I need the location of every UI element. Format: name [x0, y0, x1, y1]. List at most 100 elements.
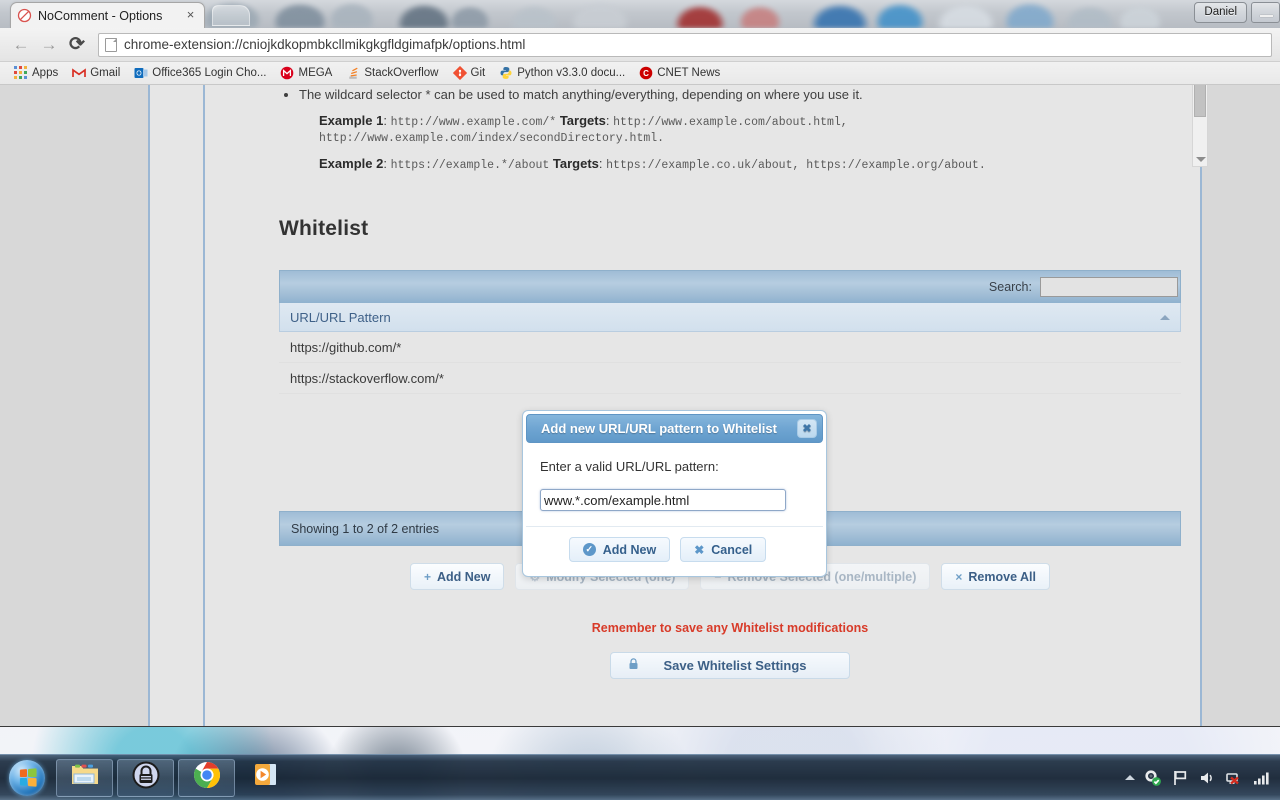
modal-cancel-button[interactable]: ✖ Cancel: [680, 537, 767, 562]
svg-text:C: C: [643, 69, 649, 78]
table-column-header[interactable]: URL/URL Pattern: [279, 303, 1181, 332]
page-document-icon: [105, 37, 117, 52]
close-x-icon: ✖: [694, 542, 705, 557]
window-controls: Daniel: [1194, 0, 1280, 28]
options-content: The wildcard selector * can be used to m…: [279, 85, 1208, 726]
whitelist-table-body: https://github.com/* https://stackoverfl…: [279, 332, 1181, 394]
scrollbar-thumb[interactable]: [1194, 85, 1206, 117]
example-2-label: Example 2: [319, 156, 384, 171]
volume-speaker-icon[interactable]: [1198, 769, 1216, 787]
bookmark-label: Apps: [32, 67, 59, 79]
bookmark-label: Python v3.3.0 docu...: [517, 67, 626, 79]
modal-title-text: Add new URL/URL pattern to Whitelist: [541, 421, 777, 436]
check-circle-icon: ✓: [582, 543, 596, 556]
bookmark-label: CNET News: [657, 67, 721, 79]
bookmark-mega[interactable]: MEGA: [274, 63, 338, 83]
bookmark-label: Git: [470, 67, 486, 79]
sort-ascending-icon[interactable]: [1160, 314, 1170, 320]
page-outer-column: The wildcard selector * can be used to m…: [148, 85, 1208, 726]
reload-icon[interactable]: ⟳: [64, 32, 90, 58]
outlook-icon: O: [134, 66, 148, 80]
example-1-label: Example 1: [319, 113, 384, 128]
action-center-flag-icon[interactable]: [1171, 769, 1189, 787]
mega-icon: [280, 66, 294, 80]
taskbar-item-media-player[interactable]: [239, 759, 296, 797]
example-2-targets-label: Targets: [552, 156, 599, 171]
no-comment-icon: [17, 8, 32, 23]
add-new-button[interactable]: + Add New: [409, 563, 505, 590]
taskbar-item-windows-explorer[interactable]: [56, 758, 113, 797]
bookmark-cnet[interactable]: C CNET News: [633, 63, 726, 83]
settings-gears-icon[interactable]: [1144, 769, 1162, 787]
remove-all-label: Remove All: [968, 569, 1037, 584]
table-row[interactable]: https://stackoverflow.com/*: [279, 363, 1181, 394]
close-icon[interactable]: ×: [183, 8, 198, 23]
svg-text:O: O: [137, 71, 143, 78]
network-disconnected-icon[interactable]: [1225, 769, 1243, 787]
bookmark-git[interactable]: Git: [447, 63, 492, 83]
save-reminder-text: Remember to save any Whitelist modificat…: [591, 621, 869, 635]
search-label: Search:: [988, 280, 1032, 294]
user-profile-button[interactable]: Daniel: [1194, 2, 1247, 23]
help-box-scrollbar[interactable]: [1192, 85, 1208, 167]
taskbar-item-keepass[interactable]: [117, 758, 174, 797]
back-icon[interactable]: ←: [8, 32, 34, 58]
address-bar-url: chrome-extension://cniojkdkopmbkcllmikgk…: [124, 37, 526, 52]
url-pattern-input[interactable]: [540, 489, 786, 511]
keepass-icon: [132, 761, 160, 794]
close-icon[interactable]: ✖: [797, 419, 817, 438]
browser-tab-nocomment-options[interactable]: NoComment - Options ×: [10, 2, 205, 28]
table-cell-url: https://stackoverflow.com/*: [290, 370, 444, 386]
help-example-2: Example 2: https://example.*/about Targe…: [319, 156, 986, 172]
chrome-browser-window: NoComment - Options × Daniel ← → ⟳ chrom…: [0, 0, 1280, 727]
save-whitelist-settings-button[interactable]: Save Whitelist Settings: [610, 652, 850, 679]
new-tab-button[interactable]: [212, 5, 250, 26]
column-header-url-pattern: URL/URL Pattern: [290, 309, 391, 325]
close-x-icon: ×: [955, 569, 963, 584]
python-icon: [499, 66, 513, 80]
git-icon: [452, 65, 467, 81]
modal-prompt-label: Enter a valid URL/URL pattern:: [540, 459, 719, 474]
address-bar[interactable]: chrome-extension://cniojkdkopmbkcllmikgk…: [98, 32, 1272, 57]
start-orb-icon: [9, 759, 45, 796]
windows-explorer-icon: [70, 762, 100, 793]
modal-title-bar: Add new URL/URL pattern to Whitelist ✖: [526, 414, 823, 443]
add-new-label: Add New: [436, 569, 491, 584]
help-bullet-wildcard: The wildcard selector * can be used to m…: [299, 87, 1181, 102]
scroll-down-arrow-icon[interactable]: [1196, 157, 1206, 162]
bookmark-label: StackOverflow: [364, 67, 439, 79]
apps-grid-icon: [14, 66, 28, 80]
gmail-icon: [72, 66, 87, 80]
remove-all-button[interactable]: × Remove All: [941, 563, 1051, 590]
minimize-button[interactable]: [1251, 2, 1280, 23]
google-chrome-icon: [193, 761, 221, 794]
show-hidden-icons-chevron[interactable]: [1125, 775, 1135, 780]
modal-add-new-button[interactable]: ✓ Add New: [568, 537, 671, 562]
taskbar-item-google-chrome[interactable]: [178, 758, 235, 797]
lock-icon: [611, 658, 655, 673]
signal-bars-icon[interactable]: [1252, 769, 1270, 787]
modal-body: Enter a valid URL/URL pattern:: [526, 443, 823, 511]
bookmark-python[interactable]: Python v3.3.0 docu...: [493, 63, 631, 83]
bookmark-label: MEGA: [298, 67, 333, 79]
table-row[interactable]: https://github.com/*: [279, 332, 1181, 363]
page-inner-column: The wildcard selector * can be used to m…: [203, 85, 1208, 726]
bookmark-gmail[interactable]: Gmail: [66, 63, 126, 83]
search-input[interactable]: [1040, 277, 1178, 297]
page-title: Whitelist: [279, 217, 369, 240]
modal-cancel-label: Cancel: [711, 542, 753, 557]
forward-icon[interactable]: →: [36, 32, 62, 58]
bookmark-apps[interactable]: Apps: [8, 63, 64, 83]
start-button[interactable]: [2, 756, 52, 800]
whitelist-toolbar: Search:: [279, 270, 1181, 303]
save-button-label: Save Whitelist Settings: [663, 658, 807, 673]
example-2-pattern: https://example.*/about: [390, 159, 550, 172]
help-example-1: Example 1: http://www.example.com/* Targ…: [319, 113, 848, 145]
windows-taskbar: [0, 754, 1280, 800]
help-bullet-list: The wildcard selector * can be used to m…: [299, 87, 1181, 102]
bookmark-office365[interactable]: O Office365 Login Cho...: [128, 63, 272, 83]
cnet-icon: C: [639, 66, 653, 80]
bookmark-stackoverflow[interactable]: StackOverflow: [340, 63, 444, 83]
table-cell-url: https://github.com/*: [290, 339, 402, 355]
browser-toolbar: ← → ⟳ chrome-extension://cniojkdkopmbkcl…: [0, 28, 1280, 62]
